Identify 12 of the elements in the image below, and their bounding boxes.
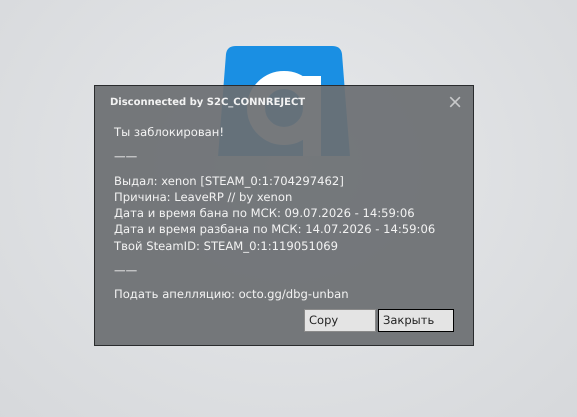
- message-text: Ты заблокирован!: [114, 124, 225, 140]
- message-text: Выдал: xenon [STEAM_0:1:704297462]: [114, 172, 345, 189]
- close-dialog-button[interactable]: Закрыть: [378, 308, 454, 332]
- message-text: Твой SteamID: STEAM_0:1:119051069: [114, 238, 340, 254]
- message-text: Дата и время разбана по МСК: 14.07.2026 - 14:59:06: [114, 221, 436, 238]
- message-text: Причина: LeaveRP // by xenon: [114, 188, 294, 206]
- message-text: Дата и время бана по МСК: 09.07.2026 - 14:59:06: [114, 205, 416, 222]
- message-text: ——: [114, 148, 138, 165]
- message-text: Подать апелляцию: octo.gg/dbg-unban: [114, 286, 350, 303]
- copy-button[interactable]: Copy: [304, 308, 376, 332]
- dialog-title: Disconnected by S2C_CONNREJECT: [110, 96, 306, 108]
- message-text: ——: [114, 262, 138, 278]
